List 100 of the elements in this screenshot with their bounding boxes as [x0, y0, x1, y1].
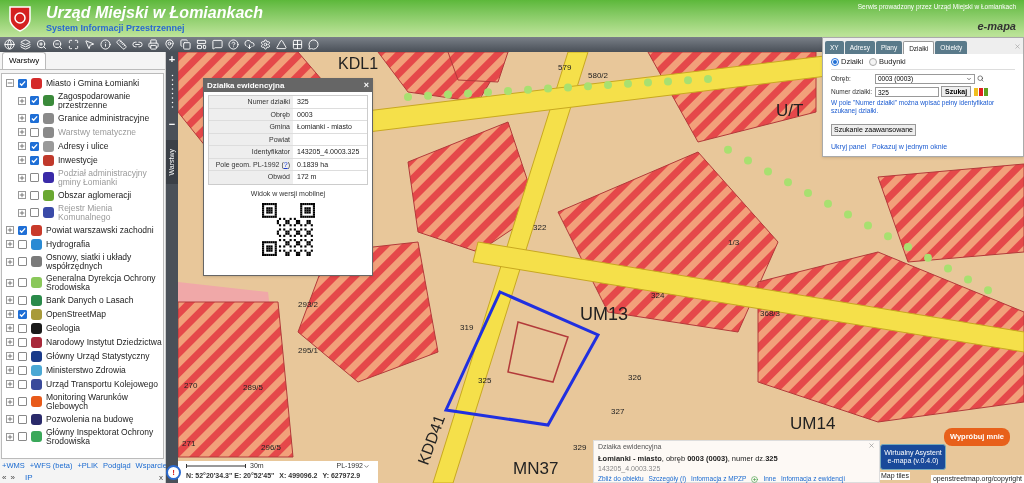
- layer-checkbox[interactable]: [30, 141, 39, 151]
- zoom-out-button[interactable]: −: [168, 119, 176, 130]
- close-link[interactable]: x: [159, 471, 163, 483]
- color-swatch[interactable]: [974, 87, 979, 96]
- cloud-download-icon[interactable]: [244, 39, 255, 50]
- expand-toggle[interactable]: [6, 240, 14, 248]
- layer-label[interactable]: Obszar aglomeracji: [58, 190, 132, 200]
- layer-checkbox[interactable]: [18, 397, 27, 406]
- copy-icon[interactable]: [180, 39, 191, 50]
- layer-checkbox[interactable]: [18, 379, 27, 389]
- expand-toggle[interactable]: [6, 397, 14, 406]
- expand-toggle[interactable]: [18, 191, 26, 199]
- layer-label[interactable]: Generalna Dyrekcja Ochrony Środowiska: [46, 273, 163, 292]
- zoning-parcel[interactable]: [297, 241, 439, 383]
- help-icon[interactable]: [228, 39, 239, 50]
- layer-label[interactable]: Główny Urząd Statystyczny: [46, 351, 150, 361]
- layer-checkbox[interactable]: [18, 225, 27, 235]
- layer-checkbox[interactable]: [18, 365, 27, 375]
- close-icon[interactable]: [868, 442, 875, 449]
- layer-label[interactable]: Inwestycje: [58, 155, 98, 165]
- layer-checkbox[interactable]: [30, 96, 39, 105]
- layer-label[interactable]: Zagospodarowanie przestrzenne: [58, 91, 163, 110]
- expand-toggle[interactable]: [6, 310, 14, 318]
- full-extent-icon[interactable]: [68, 39, 79, 50]
- layer-label[interactable]: Monitoring Warunków Glebowych: [46, 392, 163, 411]
- layer-checkbox[interactable]: [30, 190, 39, 200]
- expand-toggle[interactable]: [6, 415, 14, 423]
- color-swatch[interactable]: [979, 87, 984, 96]
- expand-toggle[interactable]: [6, 296, 14, 304]
- layer-checkbox[interactable]: [30, 113, 39, 123]
- layer-checkbox[interactable]: [18, 309, 27, 319]
- zoom-in-button[interactable]: +: [168, 54, 176, 65]
- expand-toggle[interactable]: [18, 156, 26, 164]
- layer-label[interactable]: Ministerstwo Zdrowia: [46, 365, 126, 375]
- triangle-icon[interactable]: [276, 39, 287, 50]
- layer-label[interactable]: Główny Inspektorat Ochrony Środowiska: [46, 427, 163, 446]
- layers-icon[interactable]: [20, 39, 31, 50]
- expand-toggle[interactable]: [6, 79, 14, 87]
- layer-label[interactable]: Narodowy Instytut Dziedzictwa: [46, 337, 162, 347]
- globe-icon[interactable]: [4, 39, 15, 50]
- layer-label[interactable]: Pozwolenia na budowę: [46, 414, 134, 424]
- expand-toggle[interactable]: [18, 96, 26, 105]
- settings-icon[interactable]: [260, 39, 271, 50]
- pin-icon[interactable]: [164, 39, 175, 50]
- expand-toggle[interactable]: [6, 366, 14, 374]
- layer-checkbox[interactable]: [30, 155, 39, 165]
- expand-toggle[interactable]: [6, 352, 14, 360]
- layer-label[interactable]: Miasto i Gmina Łomianki: [46, 78, 140, 88]
- expand-toggle[interactable]: [6, 257, 14, 266]
- expand-toggle[interactable]: [18, 114, 26, 122]
- expand-toggle[interactable]: [6, 432, 14, 441]
- chat-icon[interactable]: [308, 39, 319, 50]
- search-icon[interactable]: [977, 75, 984, 82]
- layer-label[interactable]: OpenStreetMap: [46, 309, 106, 319]
- layer-checkbox[interactable]: [18, 295, 27, 305]
- layer-label[interactable]: Osnowy, siatki i układy współrzędnych: [46, 252, 163, 271]
- expand-toggle[interactable]: [18, 142, 26, 150]
- layer-label[interactable]: Hydrografia: [46, 239, 90, 249]
- expand-toggle[interactable]: [6, 278, 14, 287]
- layer-checkbox[interactable]: [18, 337, 27, 347]
- brand-logo[interactable]: e-mapa: [977, 18, 1016, 35]
- expand-toggle[interactable]: [6, 324, 14, 332]
- layer-checkbox[interactable]: [18, 414, 27, 424]
- plus-icon[interactable]: [751, 475, 759, 483]
- expand-toggle[interactable]: [6, 380, 14, 388]
- nav-arrow[interactable]: »: [10, 471, 15, 483]
- layer-checkbox[interactable]: [18, 78, 27, 88]
- info-icon[interactable]: [100, 39, 111, 50]
- zoning-parcel[interactable]: [877, 163, 1024, 263]
- layer-checkbox[interactable]: [18, 278, 27, 287]
- layer-checkbox[interactable]: [18, 257, 27, 266]
- close-button[interactable]: ×: [363, 81, 369, 90]
- printer-icon[interactable]: [148, 39, 159, 50]
- layer-checkbox[interactable]: [18, 239, 27, 249]
- zoning-parcel[interactable]: [178, 301, 294, 458]
- pointer-icon[interactable]: [84, 39, 95, 50]
- layer-checkbox[interactable]: [18, 323, 27, 333]
- expand-toggle[interactable]: [6, 226, 14, 234]
- layer-checkbox[interactable]: [18, 432, 27, 441]
- ruler-icon[interactable]: [116, 39, 127, 50]
- speech-bubble-icon[interactable]: [212, 39, 223, 50]
- zoom-out-icon[interactable]: [52, 39, 63, 50]
- ip-link[interactable]: IP: [24, 471, 33, 483]
- nav-arrow[interactable]: «: [2, 471, 7, 483]
- layer-label[interactable]: Bank Danych o Lasach: [46, 295, 134, 305]
- layer-label[interactable]: Geologia: [46, 323, 81, 333]
- layer-label[interactable]: Adresy i ulice: [58, 141, 109, 151]
- radio-button[interactable]: [831, 58, 839, 66]
- link-icon[interactable]: [132, 39, 143, 50]
- layer-checkbox[interactable]: [18, 351, 27, 361]
- layer-label[interactable]: Powiat warszawski zachodni: [46, 225, 154, 235]
- color-swatch[interactable]: [984, 87, 989, 96]
- layer-label[interactable]: Urząd Transportu Kolejowego: [46, 379, 158, 389]
- layers-tab[interactable]: Warstwy: [2, 52, 47, 69]
- expand-toggle[interactable]: [6, 338, 14, 346]
- layout-icon[interactable]: [196, 39, 207, 50]
- radio-button[interactable]: [869, 58, 878, 66]
- color-grid-icon[interactable]: [292, 39, 303, 50]
- zoom-in-icon[interactable]: [36, 39, 47, 50]
- layer-label[interactable]: Granice administracyjne: [58, 113, 150, 123]
